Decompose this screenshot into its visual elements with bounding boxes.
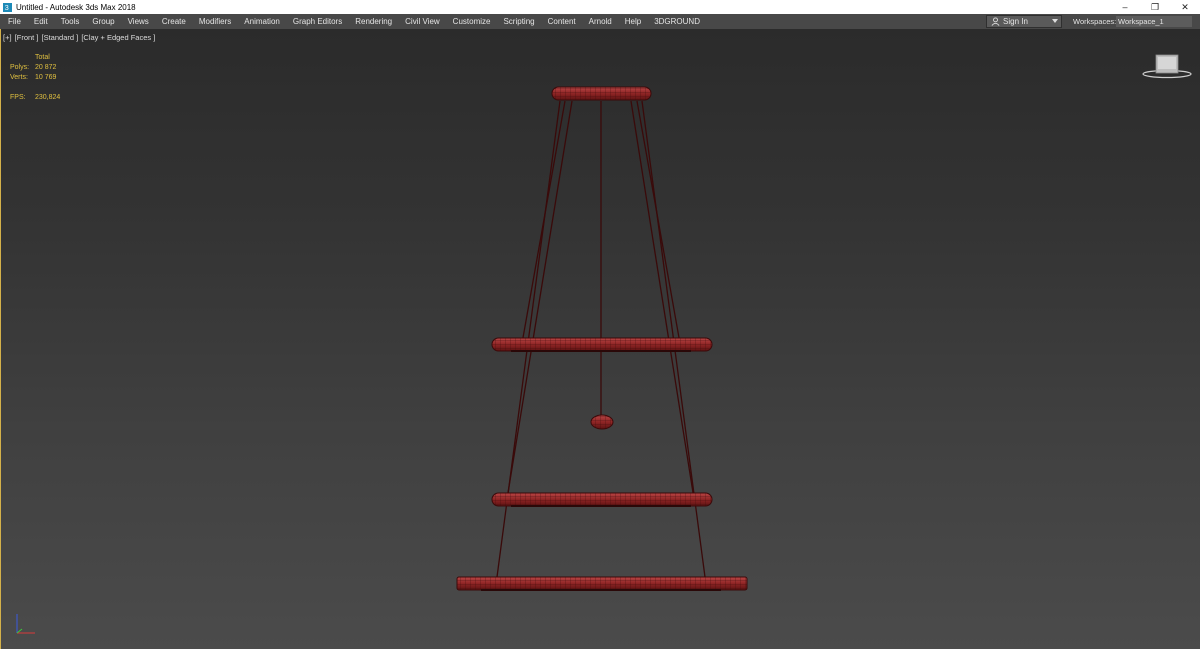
menu-help[interactable]: Help <box>618 14 647 29</box>
menu-group[interactable]: Group <box>86 14 121 29</box>
cable-right-inner <box>630 100 695 500</box>
svg-text:3: 3 <box>5 3 9 12</box>
viewport-statistics: Total Polys: 20 872 Verts: 10 769 FPS: 230,… <box>10 53 60 103</box>
viewport-display-style-menu[interactable]: [Clay + Edged Faces ] <box>81 33 155 42</box>
workspace-select[interactable]: Workspace_1 <box>1116 16 1192 27</box>
window-title: Untitled - Autodesk 3ds Max 2018 <box>16 2 136 12</box>
menu-views[interactable]: Views <box>121 14 155 29</box>
cable-right-cross <box>636 100 682 350</box>
axis-tripod-icon <box>16 614 35 634</box>
center-bulb <box>590 414 614 430</box>
chevron-down-icon <box>1052 19 1058 23</box>
polys-label: Polys: <box>10 64 30 71</box>
cable-left-inner <box>506 100 573 500</box>
menu-modifiers[interactable]: Modifiers <box>192 14 237 29</box>
viewport-general-menu[interactable]: [+] <box>3 33 12 42</box>
menu-civil-view[interactable]: Civil View <box>399 14 447 29</box>
menu-edit[interactable]: Edit <box>27 14 54 29</box>
scene-render <box>456 86 748 591</box>
viewport-shading-standard-menu[interactable]: [Standard ] <box>42 33 79 42</box>
cable-left-cross <box>520 100 566 350</box>
menu-3dground[interactable]: 3DGROUND <box>648 14 707 29</box>
workspaces-label: Workspaces: <box>1073 17 1117 26</box>
menu-tools[interactable]: Tools <box>54 14 86 29</box>
sign-in-label: Sign In <box>1003 17 1028 26</box>
stats-header: Total <box>35 54 50 61</box>
fps-label: FPS: <box>10 94 26 101</box>
viewport-point-of-view-menu[interactable]: [Front ] <box>15 33 39 42</box>
menu-graph-editors[interactable]: Graph Editors <box>286 14 348 29</box>
ceiling-canopy <box>551 86 652 101</box>
title-bar: 3 Untitled - Autodesk 3ds Max 2018 – ❐ ✕ <box>0 0 1200 14</box>
upper-ring <box>491 337 713 352</box>
verts-label: Verts: <box>10 74 28 81</box>
menu-scripting[interactable]: Scripting <box>497 14 541 29</box>
menu-arnold[interactable]: Arnold <box>582 14 618 29</box>
3dsmax-app-icon: 3 <box>3 2 12 12</box>
verts-value: 10 769 <box>35 74 57 81</box>
menu-file[interactable]: File <box>0 14 27 29</box>
menu-rendering[interactable]: Rendering <box>349 14 399 29</box>
menu-create[interactable]: Create <box>155 14 192 29</box>
menu-customize[interactable]: Customize <box>446 14 497 29</box>
sign-in-dropdown[interactable]: Sign In <box>986 15 1062 28</box>
close-button[interactable]: ✕ <box>1170 0 1200 14</box>
viewcube-icon[interactable] <box>1141 51 1193 79</box>
fps-value: 230,824 <box>35 94 61 101</box>
bottom-ring <box>456 576 748 591</box>
restore-button[interactable]: ❐ <box>1140 0 1170 14</box>
menu-content[interactable]: Content <box>541 14 582 29</box>
front-viewport[interactable]: [+] [Front ] [Standard ] [Clay + Edged F… <box>0 29 1200 649</box>
menu-animation[interactable]: Animation <box>238 14 287 29</box>
user-icon <box>991 17 1000 26</box>
polys-value: 20 872 <box>35 64 57 71</box>
viewport-label[interactable]: [+] [Front ] [Standard ] [Clay + Edged F… <box>3 33 156 42</box>
menu-bar: File Edit Tools Group Views Create Modif… <box>0 14 1200 29</box>
minimize-button[interactable]: – <box>1110 0 1140 14</box>
window-controls: – ❐ ✕ <box>1110 0 1200 14</box>
middle-ring <box>491 492 713 507</box>
